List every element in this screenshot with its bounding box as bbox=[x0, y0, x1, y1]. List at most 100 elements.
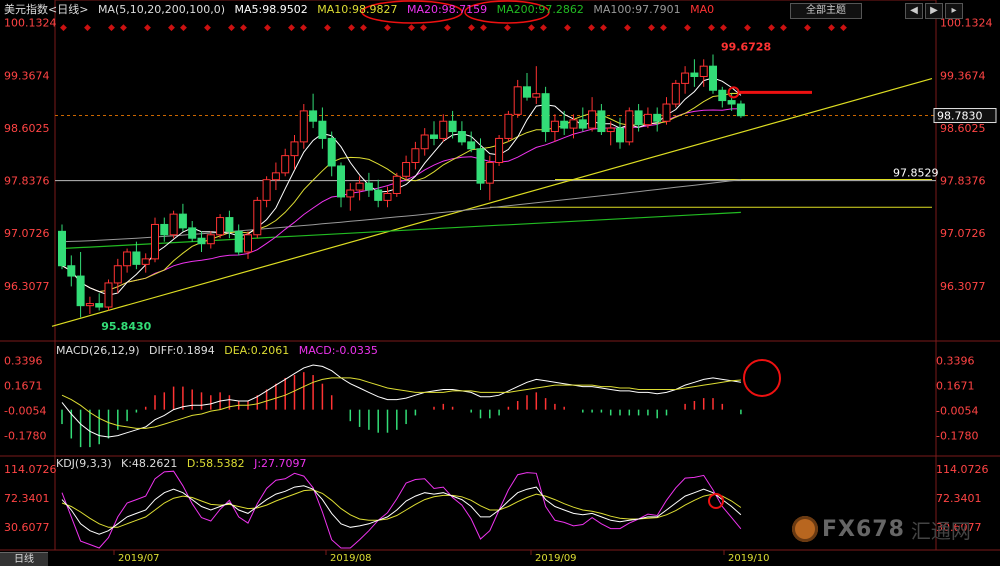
event-marker-icon: ◆ bbox=[288, 23, 295, 33]
candle-body bbox=[197, 237, 206, 245]
instrument-title[interactable]: 美元指数<日线> bbox=[4, 3, 88, 16]
candle-body bbox=[216, 217, 225, 236]
macd-params: MACD(26,12,9) bbox=[56, 344, 140, 357]
event-marker-icon: ◆ bbox=[588, 23, 595, 33]
macd-tick-label-right: -0.0054 bbox=[936, 404, 978, 417]
candle-body bbox=[643, 113, 652, 126]
macd-tick-label-right: -0.1780 bbox=[936, 429, 978, 442]
candle-body bbox=[299, 110, 308, 143]
candle-body bbox=[141, 258, 150, 265]
candle-body bbox=[169, 213, 178, 236]
candle-body bbox=[355, 182, 364, 191]
candle-body bbox=[160, 223, 169, 236]
candle-body bbox=[690, 72, 699, 77]
event-marker-icon: ◆ bbox=[540, 23, 547, 33]
candle-body bbox=[132, 251, 141, 265]
candle-body bbox=[634, 110, 643, 126]
event-marker-icon: ◆ bbox=[828, 23, 835, 33]
event-marker-icon: ◆ bbox=[240, 23, 247, 33]
event-marker-icon: ◆ bbox=[660, 23, 667, 33]
expand-icon[interactable]: ▸ bbox=[945, 3, 963, 19]
candle-body bbox=[364, 182, 373, 191]
event-marker-icon: ◆ bbox=[564, 23, 571, 33]
candle-body bbox=[457, 131, 466, 143]
current-price-label: 98.7830 bbox=[937, 110, 983, 123]
watermark: FX678 汇通网 bbox=[792, 514, 971, 544]
ma20-line bbox=[61, 108, 741, 293]
candle-body bbox=[206, 234, 215, 245]
kdj-tick-label-right: 72.3401 bbox=[936, 492, 982, 505]
macd-tick-label-left: 0.3396 bbox=[4, 355, 43, 368]
ma200-value: MA200:97.2862 bbox=[496, 3, 584, 16]
candle-body bbox=[337, 165, 345, 198]
candle-body bbox=[727, 100, 736, 105]
ma100-value: MA100:97.7901 bbox=[593, 3, 681, 16]
candle-body bbox=[76, 275, 85, 307]
event-marker-icon: ◆ bbox=[384, 23, 391, 33]
candle-body bbox=[439, 120, 448, 139]
event-marker-icon: ◆ bbox=[648, 23, 655, 33]
candle-body bbox=[402, 162, 411, 177]
x-tick-label: 2019/08 bbox=[330, 553, 372, 564]
candle-body bbox=[485, 162, 494, 184]
x-tick-label: 2019/09 bbox=[535, 553, 577, 564]
candle-body bbox=[430, 134, 438, 139]
prev-icon[interactable]: ◀ bbox=[905, 3, 923, 19]
candle-body bbox=[392, 175, 401, 194]
price-tick-label-left: 99.3674 bbox=[4, 69, 50, 82]
event-marker-icon: ◆ bbox=[744, 23, 751, 33]
macd-dea: DEA:0.2061 bbox=[224, 344, 290, 357]
macd-tick-label-right: 0.1671 bbox=[936, 380, 975, 393]
candle-body bbox=[513, 86, 522, 115]
candle-body bbox=[271, 172, 280, 181]
ma-params: MA(5,10,20,200,100,0) bbox=[97, 3, 226, 16]
main-chart-header: 美元指数<日线> MA(5,10,20,200,100,0) MA5:98.95… bbox=[4, 2, 720, 18]
macd-tick-label-right: 0.3396 bbox=[936, 355, 975, 368]
kdj-tick-label-right: 114.0726 bbox=[936, 463, 989, 476]
candle-body bbox=[346, 189, 355, 198]
event-marker-icon: ◆ bbox=[480, 23, 487, 33]
event-marker-icon: ◆ bbox=[324, 23, 331, 33]
candle-body bbox=[736, 103, 745, 117]
high-label: 99.6728 bbox=[721, 40, 771, 53]
price-tick-label-left: 96.3077 bbox=[4, 280, 50, 293]
event-marker-icon: ◆ bbox=[84, 23, 91, 33]
price-tick-label-right: 97.8376 bbox=[940, 175, 986, 188]
kdj-params: KDJ(9,3,3) bbox=[56, 457, 112, 470]
event-marker-icon: ◆ bbox=[144, 23, 151, 33]
event-marker-icon: ◆ bbox=[300, 23, 307, 33]
candle-body bbox=[327, 137, 336, 167]
candle-body bbox=[123, 251, 132, 267]
candle-body bbox=[597, 110, 606, 133]
macd-tick-label-left: -0.1780 bbox=[4, 429, 46, 442]
candle-body bbox=[550, 120, 559, 133]
macd-value: MACD:-0.0335 bbox=[298, 344, 378, 357]
candle-body bbox=[58, 230, 66, 267]
event-marker-icon: ◆ bbox=[780, 23, 787, 33]
macd-tick-label-left: 0.1671 bbox=[4, 380, 43, 393]
event-marker-icon: ◆ bbox=[228, 23, 235, 33]
event-marker-icon: ◆ bbox=[420, 23, 427, 33]
event-marker-icon: ◆ bbox=[120, 23, 127, 33]
candle-body bbox=[681, 72, 690, 84]
ma5-value: MA5:98.9502 bbox=[234, 3, 308, 16]
candle-body bbox=[560, 120, 569, 129]
event-marker-icon: ◆ bbox=[348, 23, 355, 33]
x-tick-label: 2019/07 bbox=[118, 553, 160, 564]
event-marker-icon: ◆ bbox=[840, 23, 847, 33]
candle-body bbox=[699, 65, 708, 77]
candle-body bbox=[188, 227, 197, 239]
candle-body bbox=[662, 103, 671, 122]
candle-body bbox=[709, 65, 717, 91]
candle-body bbox=[653, 113, 662, 122]
candle-body bbox=[467, 141, 476, 150]
event-marker-icon: ◆ bbox=[768, 23, 775, 33]
candle-body bbox=[411, 148, 420, 164]
period-tab-daily[interactable]: 日线 bbox=[0, 552, 48, 566]
next-icon[interactable]: ▶ bbox=[925, 3, 943, 19]
macd-header: MACD(26,12,9) DIFF:0.1894 DEA:0.2061 MAC… bbox=[56, 343, 384, 359]
event-marker-icon: ◆ bbox=[468, 23, 475, 33]
event-marker-icon: ◆ bbox=[528, 23, 535, 33]
event-marker-icon: ◆ bbox=[720, 23, 727, 33]
theme-dropdown[interactable]: 全部主题 bbox=[790, 3, 862, 19]
